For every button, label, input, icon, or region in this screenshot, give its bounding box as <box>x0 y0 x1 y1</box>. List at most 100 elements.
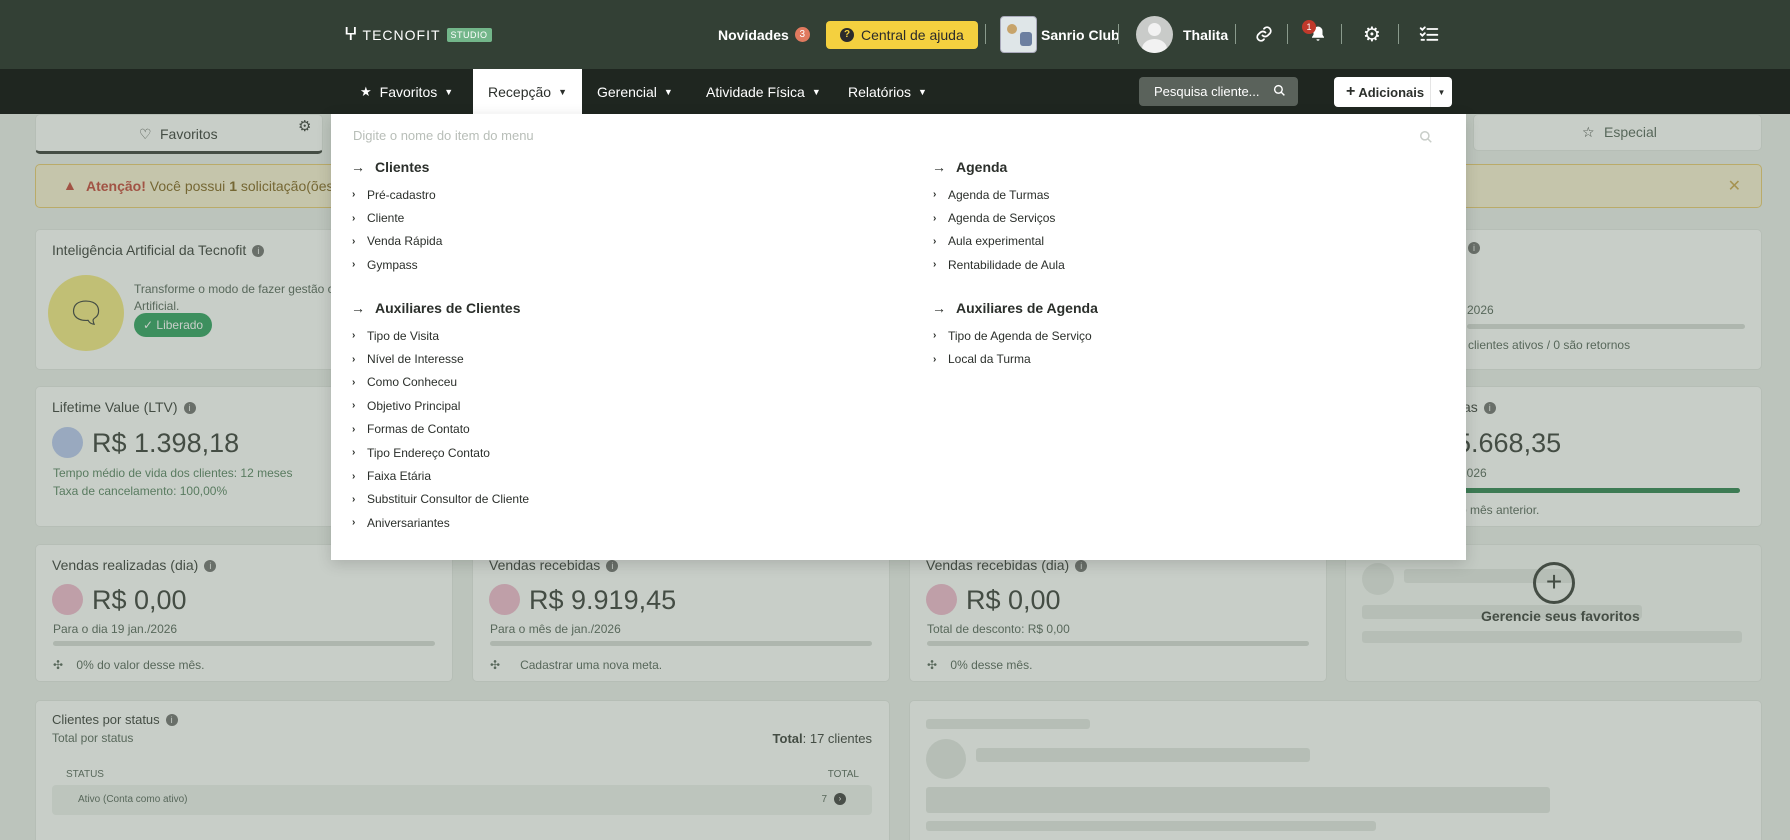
user-menu[interactable]: Thalita <box>1136 0 1228 69</box>
vr-title: Vendas realizadas (dia) i <box>52 557 217 573</box>
menu-item[interactable]: › Cliente <box>351 206 442 229</box>
gear-icon[interactable]: ⚙ <box>298 117 311 135</box>
vr-foot: ✣ 0% do valor desse mês. <box>53 658 205 672</box>
info-icon: i <box>1468 242 1480 254</box>
divider <box>1118 24 1119 44</box>
vrd-sub: Total de desconto: R$ 0,00 <box>927 622 1070 636</box>
menu-item[interactable]: › Aula experimental <box>932 230 1065 253</box>
vendas-realizadas-card: Vendas realizadas (dia) i R$ 0,00 Para o … <box>35 544 453 682</box>
menu-group-heading[interactable]: → Agenda <box>932 157 1065 177</box>
nav-atividade-fisica[interactable]: Atividade Física ▼ <box>706 69 821 114</box>
notification-count: 1 <box>1302 20 1316 34</box>
divider <box>1287 24 1288 44</box>
menu-item-label: Substituir Consultor de Cliente <box>367 492 530 507</box>
menu-item[interactable]: › Rentabilidade de Aula <box>932 253 1065 276</box>
menu-group-title: Agenda <box>956 159 1008 175</box>
caret-down-icon[interactable]: ▼ <box>1430 77 1452 107</box>
skeleton-card <box>909 700 1762 840</box>
ltv-line2: Taxa de cancelamento: 100,00% <box>53 484 228 498</box>
chevron-right-icon: › <box>352 330 356 342</box>
menu-item[interactable]: › Faixa Etária <box>351 464 529 487</box>
club-selector[interactable]: Sanrio Club <box>1000 0 1120 69</box>
cs-col-total: TOTAL <box>827 769 859 780</box>
menu-item[interactable]: › Tipo de Visita <box>351 324 529 347</box>
client-search-input[interactable]: Pesquisa cliente... <box>1139 77 1298 106</box>
menu-item[interactable]: › Gympass <box>351 253 442 276</box>
menu-group-agenda: → Agenda › Agenda de Turmas › Agenda de Servi… <box>932 157 1065 277</box>
alert-text: Atenção! Você possui 1 solicitação(ões <box>86 178 334 194</box>
menu-item-label: Como Conheceu <box>367 375 458 390</box>
vendas-recebidas-card: Vendas recebidas i R$ 9.919,45 Para o mês… <box>472 544 890 682</box>
tab-favoritos-label: Favoritos <box>160 126 218 142</box>
menu-item[interactable]: › Agenda de Serviços <box>932 206 1065 229</box>
nav-favoritos-label: Favoritos <box>379 83 438 100</box>
menu-item-label: Tipo de Agenda de Serviço <box>948 328 1092 343</box>
nav-favoritos[interactable]: ★ Favoritos ▼ <box>346 69 467 114</box>
vr-bar <box>53 641 435 646</box>
menu-item[interactable]: › Como Conheceu <box>351 371 529 394</box>
menu-item-list: › Tipo de Agenda de Serviço › Local da Turm… <box>932 324 1098 371</box>
menu-group-heading[interactable]: → Auxiliares de Agenda <box>932 298 1098 318</box>
tab-favoritos[interactable]: ♡ Favoritos ⚙ <box>35 114 323 154</box>
close-icon[interactable]: ✕ <box>1728 176 1741 196</box>
main-nav: ★ Favoritos ▼ Recepção ▼ Gerencial ▼ Ati… <box>0 69 1790 114</box>
menu-group-heading[interactable]: → Auxiliares de Clientes <box>351 298 529 318</box>
clientes-status-card: Clientes por status i Total por status To… <box>35 700 890 840</box>
right-foot: o mês anterior. <box>1460 503 1540 517</box>
add-button[interactable]: + Adicionais ▼ <box>1334 77 1452 107</box>
menu-search-input[interactable]: Digite o nome do item do menu <box>353 128 1433 148</box>
avatar <box>1136 16 1173 53</box>
menu-item[interactable]: › Pré-cadastro <box>351 183 442 206</box>
arrow-right-icon: → <box>351 159 365 175</box>
vrec-value: R$ 9.919,45 <box>529 585 677 615</box>
nav-gerencial[interactable]: Gerencial ▼ <box>597 69 673 114</box>
chevron-right-icon: › <box>352 517 356 529</box>
divider <box>985 24 986 44</box>
table-row: Ativo (Conta como ativo) 7 › <box>52 785 872 815</box>
ai-text: Transforme o modo de fazer gestão c <box>134 282 334 296</box>
chevron-down-icon: ▼ <box>663 86 673 97</box>
menu-item-label: Formas de Contato <box>367 422 470 437</box>
menu-item[interactable]: › Local da Turma <box>932 347 1098 370</box>
chevron-right-icon[interactable]: › <box>834 793 846 805</box>
menu-group-heading[interactable]: → Clientes <box>351 157 442 177</box>
menu-item[interactable]: › Tipo de Agenda de Serviço <box>932 324 1098 347</box>
chevron-right-icon: › <box>933 353 937 365</box>
menu-item-label: Local da Turma <box>948 352 1031 367</box>
menu-item[interactable]: › Venda Rápida <box>351 230 442 253</box>
nav-relatorios[interactable]: Relatórios ▼ <box>848 69 927 114</box>
arrow-right-icon: → <box>351 300 365 316</box>
checklist-icon[interactable] <box>1417 22 1441 46</box>
vrec-foot[interactable]: ✣ Cadastrar uma nova meta. <box>490 658 662 672</box>
ltv-icon <box>52 427 83 458</box>
cs-col-status: STATUS <box>66 769 104 780</box>
cs-title: Clientes por status i <box>52 712 178 727</box>
search-icon[interactable] <box>1273 84 1286 100</box>
novidades-button[interactable]: Novidades 3 <box>718 0 810 69</box>
add-circle-icon[interactable]: + <box>1533 562 1575 604</box>
menu-item[interactable]: › Formas de Contato <box>351 418 529 441</box>
tecnofit-logo[interactable]: ⵖ TECNOFIT STUDIO <box>344 24 492 45</box>
vrd-foot: ✣ 0% desse mês. <box>927 658 1033 672</box>
gears-icon[interactable]: ⚙ <box>1360 22 1384 46</box>
link-icon[interactable] <box>1252 22 1276 46</box>
menu-item[interactable]: › Agenda de Turmas <box>932 183 1065 206</box>
tab-especial-label: Especial <box>1604 124 1657 140</box>
menu-item[interactable]: › Tipo Endereço Contato <box>351 441 529 464</box>
help-center-button[interactable]: ? Central de ajuda <box>826 20 978 49</box>
menu-item[interactable]: › Aniversariantes <box>351 511 529 534</box>
chevron-right-icon: › <box>352 353 356 365</box>
menu-item[interactable]: › Substituir Consultor de Cliente <box>351 488 529 511</box>
menu-group-auxiliares-clientes: → Auxiliares de Clientes › Tipo de Visita › N… <box>351 298 529 535</box>
favorites-manage-card[interactable]: + Gerencie seus favoritos <box>1345 544 1762 682</box>
menu-item[interactable]: › Nível de Interesse <box>351 347 529 370</box>
menu-item[interactable]: › Objetivo Principal <box>351 394 529 417</box>
cs-row-label: Ativo (Conta como ativo) <box>78 794 188 805</box>
nav-recepcao[interactable]: Recepção ▼ <box>473 69 582 114</box>
tab-especial[interactable]: ☆ Especial <box>1473 114 1762 151</box>
menu-item-label: Venda Rápida <box>367 234 443 249</box>
novidades-count: 3 <box>794 27 810 42</box>
nav-gerencial-label: Gerencial <box>597 83 657 100</box>
right-value: 5.668,35 <box>1456 428 1562 458</box>
nav-relatorios-label: Relatórios <box>848 83 912 100</box>
